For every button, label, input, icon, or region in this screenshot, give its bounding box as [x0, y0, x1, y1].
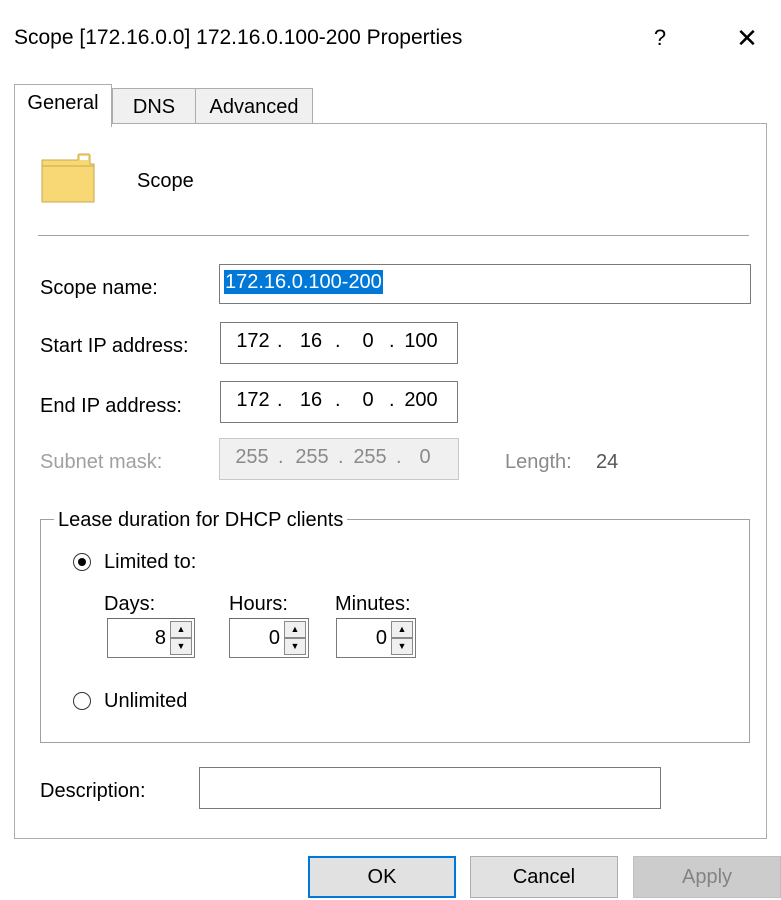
start-ip-octet-1[interactable]: 172 [231, 329, 275, 353]
length-value: 24 [596, 451, 619, 473]
limited-radio[interactable] [73, 553, 91, 571]
close-icon[interactable]: ✕ [736, 23, 758, 53]
end-ip-label: End IP address: [40, 395, 182, 417]
minutes-stepper[interactable]: 0 ▲ ▼ [336, 618, 416, 658]
separator [38, 235, 749, 237]
unlimited-radio[interactable] [73, 692, 91, 710]
description-field[interactable] [199, 767, 661, 809]
hours-stepper[interactable]: 0 ▲ ▼ [229, 618, 309, 658]
hours-label: Hours: [229, 593, 288, 615]
title-bar: Scope [172.16.0.0] 172.16.0.100-200 Prop… [0, 0, 781, 80]
folder-icon [40, 150, 96, 206]
minutes-label: Minutes: [335, 593, 411, 615]
start-ip-octet-3[interactable]: 0 [351, 329, 385, 353]
end-ip-octet-3[interactable]: 0 [351, 388, 385, 412]
subnet-mask-label: Subnet mask: [40, 451, 163, 473]
subnet-octet-3: 255 [353, 446, 387, 468]
window-title: Scope [172.16.0.0] 172.16.0.100-200 Prop… [14, 26, 463, 49]
unlimited-label[interactable]: Unlimited [104, 690, 187, 713]
subnet-mask-field: 255 . 255 . 255 . 0 [219, 438, 459, 480]
hours-up-button[interactable]: ▲ [284, 621, 306, 638]
days-label: Days: [104, 593, 156, 615]
end-ip-octet-2[interactable]: 16 [291, 388, 331, 412]
ip-dot: . [389, 330, 395, 352]
end-ip-octet-1[interactable]: 172 [231, 388, 275, 412]
apply-button: Apply [633, 856, 781, 898]
start-ip-label: Start IP address: [40, 335, 189, 357]
close-button[interactable]: ✕ [724, 20, 770, 56]
ip-dot: . [278, 446, 284, 468]
scope-heading: Scope [137, 170, 194, 192]
start-ip-octet-4[interactable]: 100 [397, 329, 445, 353]
subnet-octet-4: 0 [419, 446, 431, 468]
tab-general[interactable]: General [14, 84, 112, 127]
start-ip-field[interactable]: 172 . 16 . 0 . 100 [220, 322, 458, 364]
help-button[interactable]: ? [640, 20, 680, 56]
subnet-octet-2: 255 [295, 446, 329, 468]
ok-button[interactable]: OK [308, 856, 456, 898]
scope-name-label: Scope name: [40, 277, 158, 299]
ip-dot: . [335, 389, 341, 411]
length-label: Length: [505, 451, 572, 473]
ip-dot: . [338, 446, 344, 468]
ip-dot: . [277, 389, 283, 411]
hours-value[interactable]: 0 [269, 627, 280, 649]
cancel-button[interactable]: Cancel [470, 856, 618, 898]
days-up-button[interactable]: ▲ [170, 621, 192, 638]
tab-advanced[interactable]: Advanced [195, 88, 313, 126]
description-label: Description: [40, 780, 146, 802]
minutes-up-button[interactable]: ▲ [391, 621, 413, 638]
minutes-down-button[interactable]: ▼ [391, 638, 413, 655]
days-value[interactable]: 8 [155, 627, 166, 649]
ip-dot: . [335, 330, 341, 352]
ip-dot: . [396, 446, 402, 468]
ip-dot: . [277, 330, 283, 352]
hours-down-button[interactable]: ▼ [284, 638, 306, 655]
end-ip-field[interactable]: 172 . 16 . 0 . 200 [220, 381, 458, 423]
subnet-octet-1: 255 [235, 446, 269, 468]
ip-dot: . [389, 389, 395, 411]
start-ip-octet-2[interactable]: 16 [291, 329, 331, 353]
scope-name-value: 172.16.0.100-200 [224, 270, 383, 294]
minutes-value[interactable]: 0 [376, 627, 387, 649]
days-stepper[interactable]: 8 ▲ ▼ [107, 618, 195, 658]
end-ip-octet-4[interactable]: 200 [397, 388, 445, 412]
lease-duration-legend: Lease duration for DHCP clients [54, 509, 348, 532]
tab-dns[interactable]: DNS [112, 88, 196, 126]
limited-label[interactable]: Limited to: [104, 551, 196, 574]
scope-name-field[interactable]: 172.16.0.100-200 [219, 264, 751, 304]
days-down-button[interactable]: ▼ [170, 638, 192, 655]
